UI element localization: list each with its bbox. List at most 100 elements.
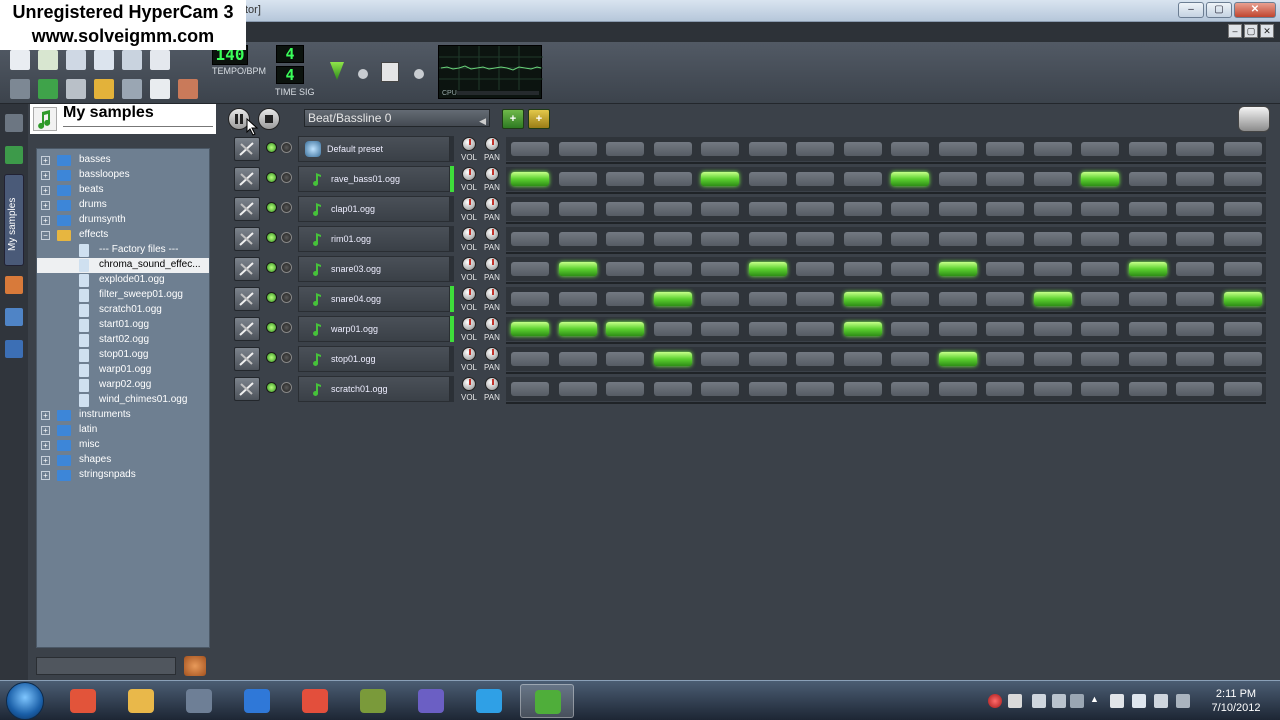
my-home-icon[interactable] [5, 308, 23, 326]
step-button-off[interactable] [891, 292, 929, 306]
pan-knob[interactable] [485, 287, 499, 301]
tree-folder-item[interactable]: + misc [37, 438, 209, 453]
step-button-off[interactable] [986, 292, 1024, 306]
save-project-icon[interactable] [122, 50, 142, 70]
step-button-off[interactable] [796, 232, 834, 246]
step-button-off[interactable] [1033, 172, 1072, 186]
pan-knob[interactable] [485, 137, 499, 151]
step-button-off[interactable] [511, 142, 549, 156]
volume-knob[interactable] [462, 167, 476, 181]
taskbar-app-button[interactable] [404, 684, 458, 718]
step-button-off[interactable] [1081, 232, 1119, 246]
tree-file-item[interactable]: explode01.ogg [37, 273, 209, 288]
step-button-on[interactable] [938, 352, 977, 366]
expand-toggle-icon[interactable]: + [41, 471, 50, 480]
step-button-off[interactable] [986, 382, 1024, 396]
step-button-off[interactable] [748, 352, 787, 366]
my-projects-icon[interactable] [5, 146, 23, 164]
pan-knob[interactable] [485, 257, 499, 271]
volume-icon[interactable] [1132, 694, 1146, 708]
step-button-off[interactable] [1033, 202, 1072, 216]
open-project-icon[interactable] [66, 50, 86, 70]
track-solo-toggle[interactable] [281, 322, 292, 333]
stop-button[interactable] [258, 108, 280, 130]
track-solo-toggle[interactable] [281, 232, 292, 243]
track-name-button[interactable]: warp01.ogg [298, 316, 450, 342]
taskbar-app-button[interactable] [288, 684, 342, 718]
step-button-off[interactable] [891, 232, 929, 246]
track-actions-button[interactable] [234, 257, 260, 281]
step-button-off[interactable] [796, 292, 834, 306]
taskbar-app-button[interactable] [114, 684, 168, 718]
volume-knob[interactable] [462, 197, 476, 211]
tree-file-item[interactable]: stop01.ogg [37, 348, 209, 363]
fx-mixer-icon[interactable] [122, 79, 142, 99]
step-button-off[interactable] [1223, 172, 1262, 186]
step-button-off[interactable] [1081, 352, 1119, 366]
step-button-off[interactable] [986, 352, 1024, 366]
track-actions-button[interactable] [234, 227, 260, 251]
step-button-off[interactable] [558, 352, 597, 366]
step-button-off[interactable] [1223, 142, 1262, 156]
step-button-off[interactable] [701, 202, 739, 216]
step-button-off[interactable] [796, 202, 834, 216]
step-button-on[interactable] [891, 172, 929, 186]
taskbar-app-button[interactable] [172, 684, 226, 718]
step-button-off[interactable] [1033, 322, 1072, 336]
step-button-on[interactable] [511, 322, 549, 336]
pan-knob[interactable] [485, 227, 499, 241]
new-project-icon[interactable] [10, 50, 30, 70]
tree-file-item[interactable]: start01.ogg [37, 318, 209, 333]
step-button-off[interactable] [796, 322, 834, 336]
step-button-off[interactable] [606, 352, 644, 366]
track-solo-toggle[interactable] [281, 142, 292, 153]
master-pitch-icon[interactable] [381, 62, 399, 82]
tree-folder-item[interactable]: + bassloopes [37, 168, 209, 183]
step-button-off[interactable] [796, 382, 834, 396]
expand-toggle-icon[interactable]: + [41, 201, 50, 210]
step-button-off[interactable] [701, 382, 739, 396]
step-button-off[interactable] [1128, 232, 1167, 246]
minimize-button[interactable]: ‒ [1178, 2, 1204, 18]
step-button-off[interactable] [1223, 202, 1262, 216]
step-button-off[interactable] [748, 292, 787, 306]
stop-record-icon[interactable] [1008, 694, 1022, 708]
pan-knob[interactable] [485, 167, 499, 181]
volume-knob[interactable] [462, 377, 476, 391]
taskbar-app-button[interactable] [462, 684, 516, 718]
track-mute-toggle[interactable] [266, 232, 277, 243]
step-button-off[interactable] [986, 232, 1024, 246]
step-button-off[interactable] [511, 292, 549, 306]
track-solo-toggle[interactable] [281, 172, 292, 183]
track-solo-toggle[interactable] [281, 292, 292, 303]
step-button-off[interactable] [558, 292, 597, 306]
timesig-denominator[interactable]: 4 [276, 66, 304, 84]
step-button-on[interactable] [653, 352, 692, 366]
inner-maximize-button[interactable]: ▢ [1244, 24, 1258, 38]
step-button-off[interactable] [1176, 292, 1214, 306]
step-button-off[interactable] [748, 322, 787, 336]
step-button-off[interactable] [796, 262, 834, 276]
expand-toggle-icon[interactable]: + [41, 426, 50, 435]
track-mute-toggle[interactable] [266, 322, 277, 333]
expand-toggle-icon[interactable]: + [41, 411, 50, 420]
step-button-off[interactable] [891, 382, 929, 396]
expand-toggle-icon[interactable]: − [41, 231, 50, 240]
step-button-off[interactable] [1223, 382, 1262, 396]
track-actions-button[interactable] [234, 287, 260, 311]
inner-minimize-button[interactable]: ‒ [1228, 24, 1242, 38]
export-project-icon[interactable] [150, 50, 170, 70]
step-button-off[interactable] [748, 232, 787, 246]
step-button-off[interactable] [891, 352, 929, 366]
taskbar-app-button[interactable] [520, 684, 574, 718]
tree-file-item[interactable]: filter_sweep01.ogg [37, 288, 209, 303]
pan-knob[interactable] [485, 347, 499, 361]
tree-folder-item[interactable]: + instruments [37, 408, 209, 423]
step-button-off[interactable] [938, 202, 977, 216]
step-button-off[interactable] [938, 382, 977, 396]
step-button-on[interactable] [558, 322, 597, 336]
step-button-off[interactable] [511, 262, 549, 276]
track-solo-toggle[interactable] [281, 352, 292, 363]
record-icon[interactable] [988, 694, 1002, 708]
show-hidden-icons-icon[interactable]: ▲ [1090, 694, 1104, 708]
